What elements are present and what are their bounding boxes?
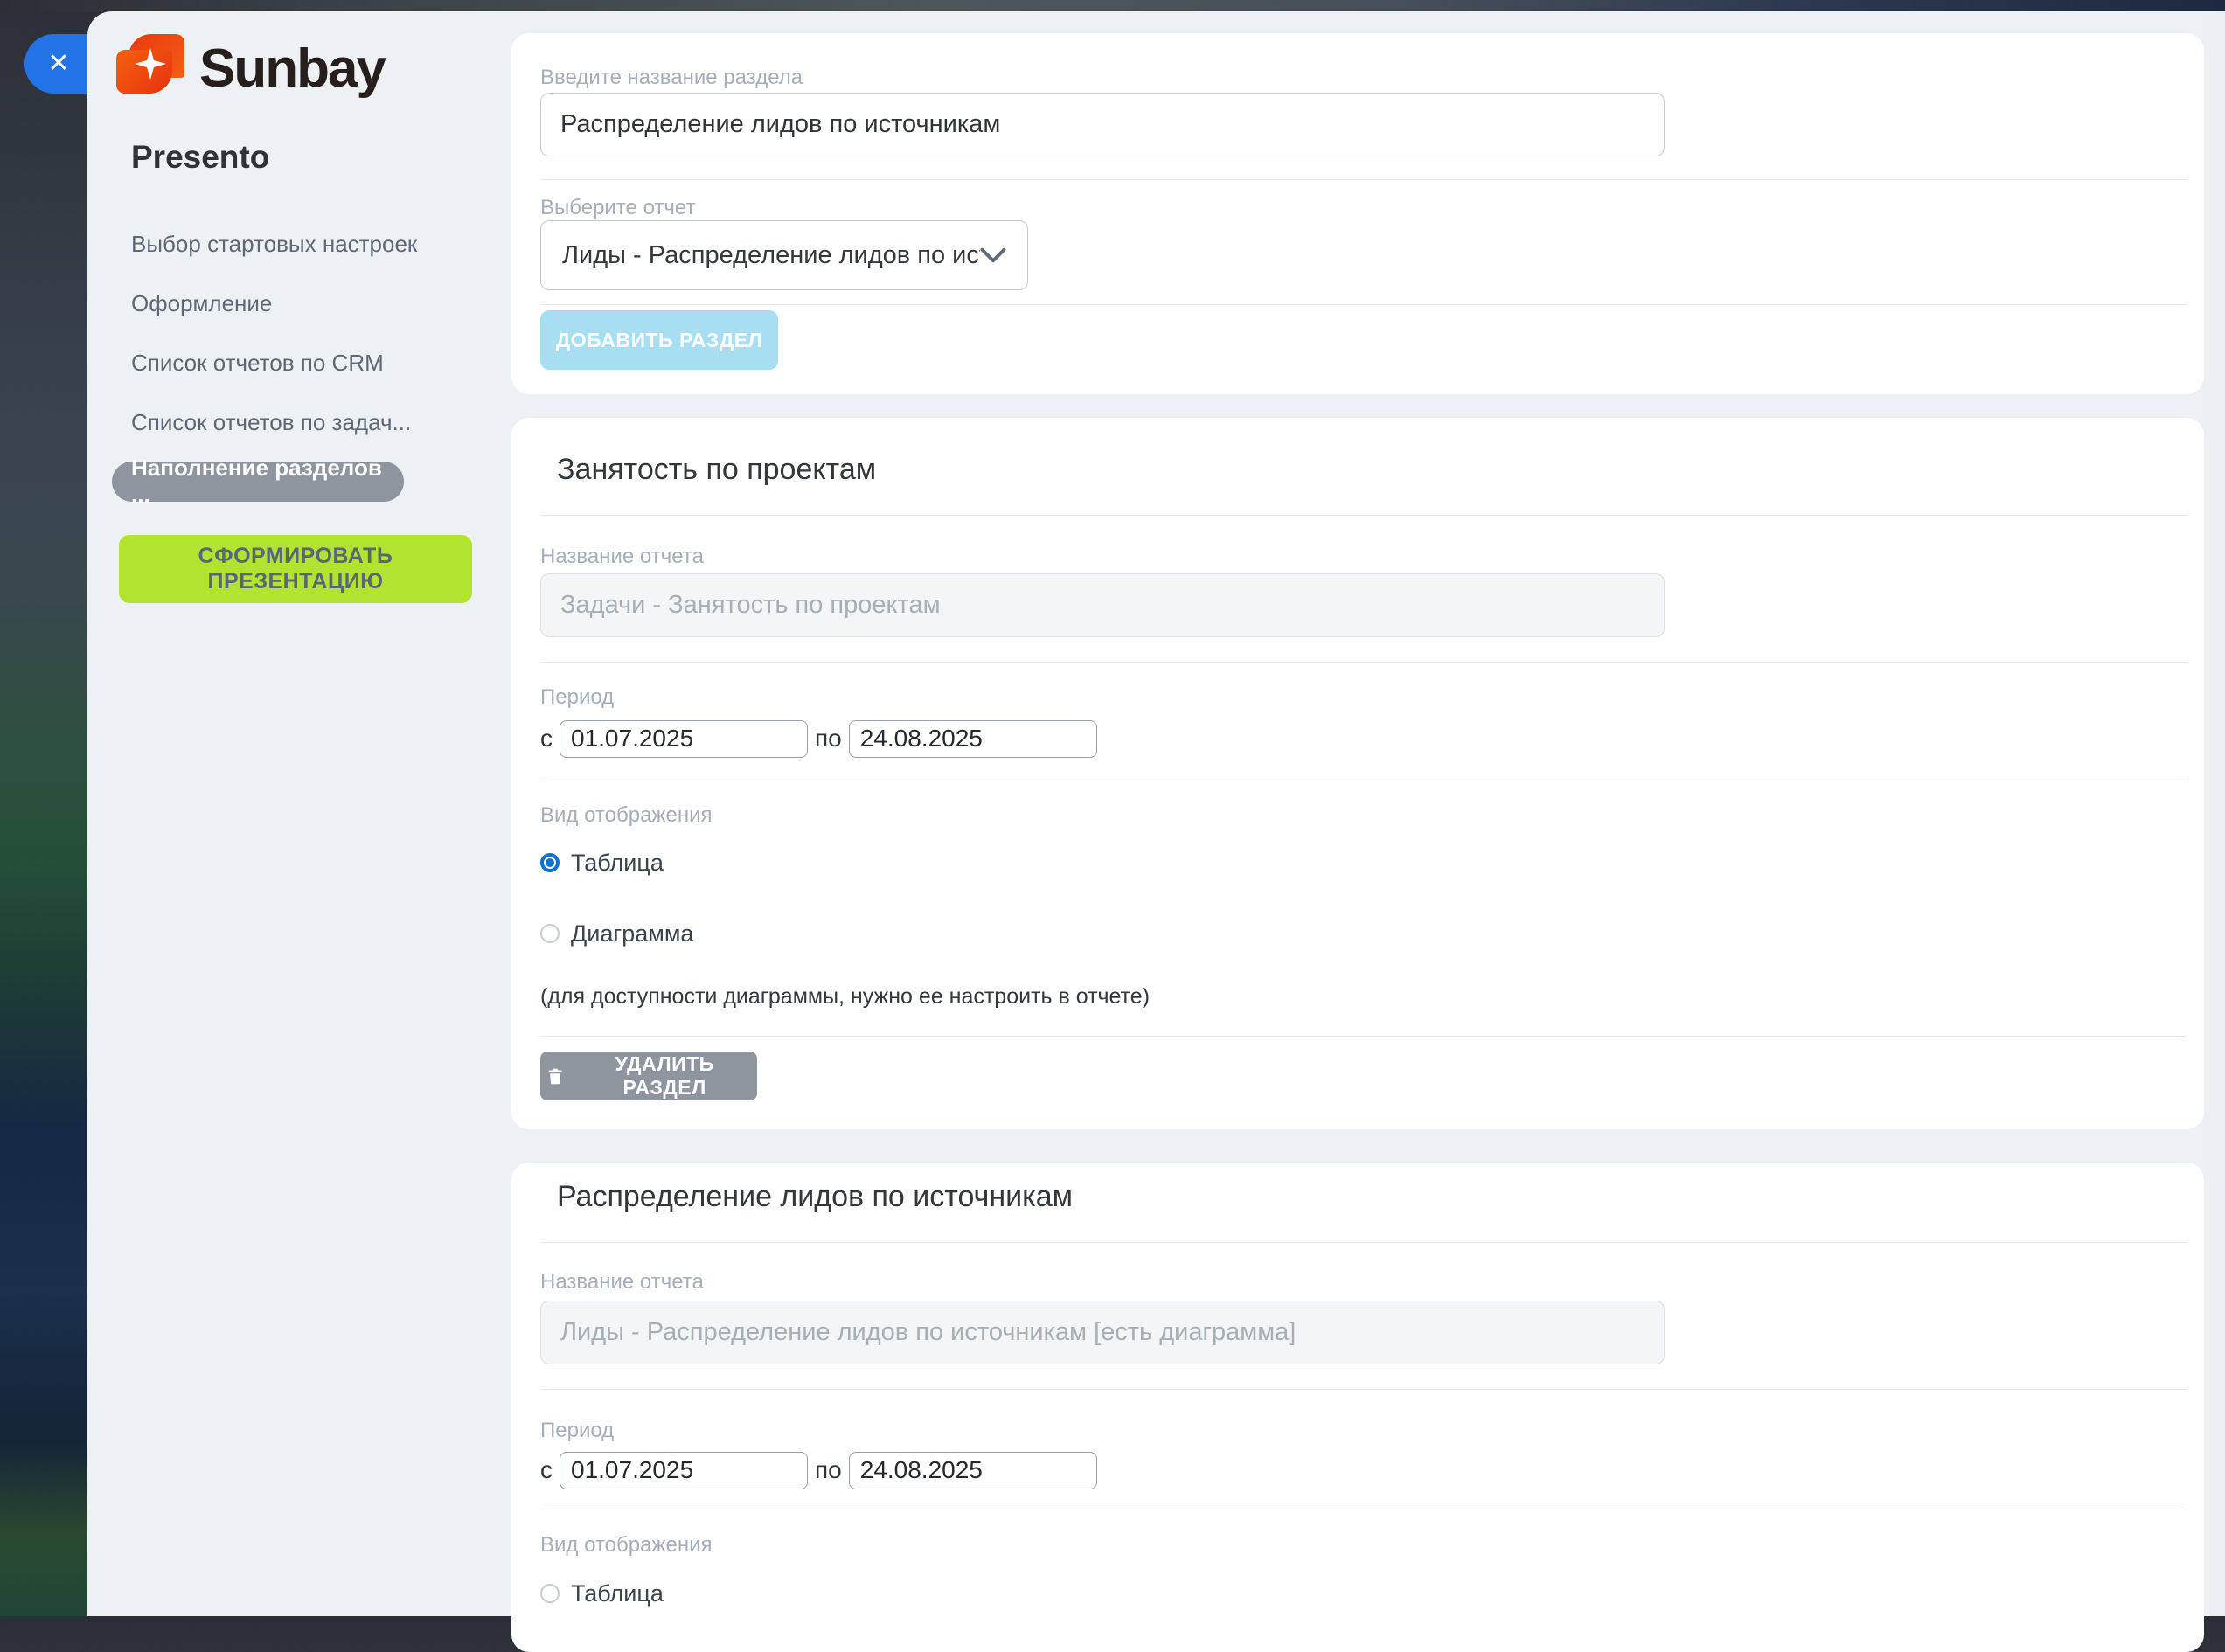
radio-unselected-icon[interactable]: [540, 1584, 560, 1603]
sunbay-logo-icon: [116, 34, 184, 94]
background-photo-top: [0, 0, 2225, 12]
section-name-input[interactable]: [540, 93, 1665, 156]
delete-section-button[interactable]: УДАЛИТЬ РАЗДЕЛ: [540, 1052, 757, 1100]
section-card-leads: Распределение лидов по источникам Назван…: [511, 1163, 2204, 1652]
brand-wordmark: Sunbay: [199, 42, 385, 96]
divider: [540, 515, 2187, 516]
page-title: Presento: [131, 140, 269, 175]
period-row: с по: [540, 719, 1104, 758]
radio-option-label: Диаграмма: [571, 920, 693, 947]
sidebar-nav: Выбор стартовых настроек Оформление Спис…: [112, 214, 479, 511]
close-icon: ✕: [47, 51, 69, 77]
period-from-input[interactable]: [560, 1452, 808, 1489]
delete-section-label: УДАЛИТЬ РАЗДЕЛ: [577, 1052, 752, 1100]
report-name-label: Название отчета: [540, 1270, 704, 1295]
period-to-label: по: [815, 1456, 842, 1484]
period-row: с по: [540, 1451, 1104, 1489]
section-name-label: Введите название раздела: [540, 66, 803, 90]
divider: [540, 1036, 2187, 1037]
logo-shape: [116, 50, 172, 94]
report-name-input-disabled: [540, 1301, 1665, 1364]
scrollbar-track[interactable]: [2204, 11, 2225, 1616]
radio-option-table[interactable]: Таблица: [540, 1583, 664, 1604]
divider: [540, 1242, 2187, 1243]
chart-availability-note: (для доступности диаграммы, нужно ее нас…: [540, 984, 1150, 1010]
sidebar-item-task-reports[interactable]: Список отчетов по задач...: [112, 392, 479, 452]
section-composer-card: Введите название раздела Выберите отчет …: [511, 33, 2204, 394]
radio-unselected-icon[interactable]: [540, 924, 560, 943]
divider: [540, 662, 2187, 663]
period-from-label: с: [540, 1456, 553, 1484]
report-select-value: Лиды - Распределение лидов по источ...: [562, 241, 980, 270]
section-title: Распределение лидов по источникам: [557, 1180, 1073, 1214]
period-to-input[interactable]: [849, 720, 1097, 758]
report-select[interactable]: Лиды - Распределение лидов по источ...: [540, 220, 1028, 290]
period-to-input[interactable]: [849, 1452, 1097, 1489]
sidebar-item-start-settings[interactable]: Выбор стартовых настроек: [112, 214, 479, 274]
period-from-input[interactable]: [560, 720, 808, 758]
divider: [540, 1389, 2187, 1390]
sidebar-item-design[interactable]: Оформление: [112, 274, 479, 333]
trash-icon: [546, 1065, 565, 1087]
radio-selected-icon[interactable]: [540, 853, 560, 872]
sidebar-item-crm-reports[interactable]: Список отчетов по CRM: [112, 333, 479, 392]
radio-option-label: Таблица: [571, 1580, 664, 1607]
generate-presentation-button[interactable]: СФОРМИРОВАТЬ ПРЕЗЕНТАЦИЮ: [119, 535, 472, 603]
add-section-button[interactable]: ДОБАВИТЬ РАЗДЕЛ: [540, 310, 778, 370]
report-select-label: Выберите отчет: [540, 196, 695, 220]
radio-option-chart[interactable]: Диаграмма: [540, 923, 693, 944]
view-mode-label: Вид отображения: [540, 803, 712, 828]
view-mode-label: Вид отображения: [540, 1533, 712, 1558]
close-button[interactable]: ✕: [24, 34, 87, 94]
section-card-projects: Занятость по проектам Название отчета Пе…: [511, 418, 2204, 1129]
chevron-down-icon: [980, 247, 1006, 263]
report-name-label: Название отчета: [540, 545, 704, 569]
period-to-label: по: [815, 725, 842, 753]
radio-option-label: Таблица: [571, 850, 664, 877]
divider: [540, 179, 2187, 180]
section-title: Занятость по проектам: [557, 453, 876, 487]
report-name-input-disabled: [540, 573, 1665, 637]
divider: [540, 304, 2187, 305]
radio-option-table[interactable]: Таблица: [540, 852, 664, 873]
period-from-label: с: [540, 725, 553, 753]
period-label: Период: [540, 685, 614, 710]
period-label: Период: [540, 1419, 614, 1443]
sidebar-item-fill-sections[interactable]: Наполнение разделов ...: [112, 462, 404, 502]
